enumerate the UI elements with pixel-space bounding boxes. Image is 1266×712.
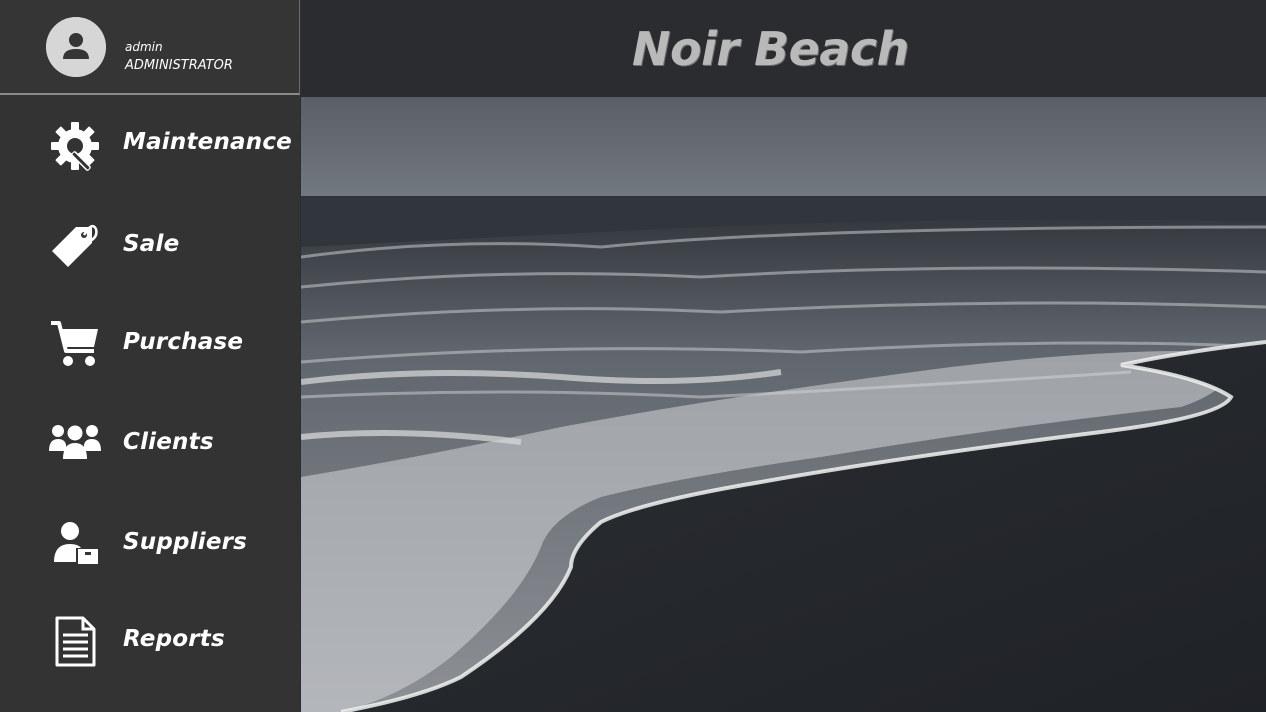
shopping-cart-icon xyxy=(48,317,102,371)
menu-item-sale[interactable]: Sale xyxy=(0,197,300,287)
menu-item-label: Suppliers xyxy=(123,529,248,555)
menu-item-label: Maintenance xyxy=(123,129,292,155)
menu-item-maintenance[interactable]: Maintenance xyxy=(0,97,300,187)
menu-item-label: Sale xyxy=(123,231,180,257)
user-avatar-icon xyxy=(46,17,106,77)
menu-item-label: Reports xyxy=(123,626,225,652)
supplier-box-icon xyxy=(48,516,102,570)
user-panel: admin ADMINISTRATOR xyxy=(0,0,300,95)
menu-item-clients[interactable]: Clients xyxy=(0,395,300,485)
menu-item-suppliers[interactable]: Suppliers xyxy=(0,494,300,584)
gear-wrench-icon xyxy=(48,119,102,173)
menu-item-label: Purchase xyxy=(123,329,244,355)
user-name: admin xyxy=(125,40,163,54)
page-title: Noir Beach xyxy=(301,22,1266,76)
header: Noir Beach xyxy=(301,0,1266,97)
menu-item-label: Clients xyxy=(123,429,214,455)
menu-item-purchase[interactable]: Purchase xyxy=(0,295,300,385)
hero-beach-image xyxy=(301,97,1266,712)
page-title-text: Noir Beach xyxy=(632,22,909,76)
menu-item-reports[interactable]: Reports xyxy=(0,593,300,683)
app-window: admin ADMINISTRATOR Maintenance Sale Pur… xyxy=(0,0,1266,712)
document-icon xyxy=(48,615,102,669)
user-role: ADMINISTRATOR xyxy=(125,58,233,73)
price-tag-icon xyxy=(48,219,102,273)
users-group-icon xyxy=(48,417,102,471)
sidebar: admin ADMINISTRATOR Maintenance Sale Pur… xyxy=(0,0,300,712)
